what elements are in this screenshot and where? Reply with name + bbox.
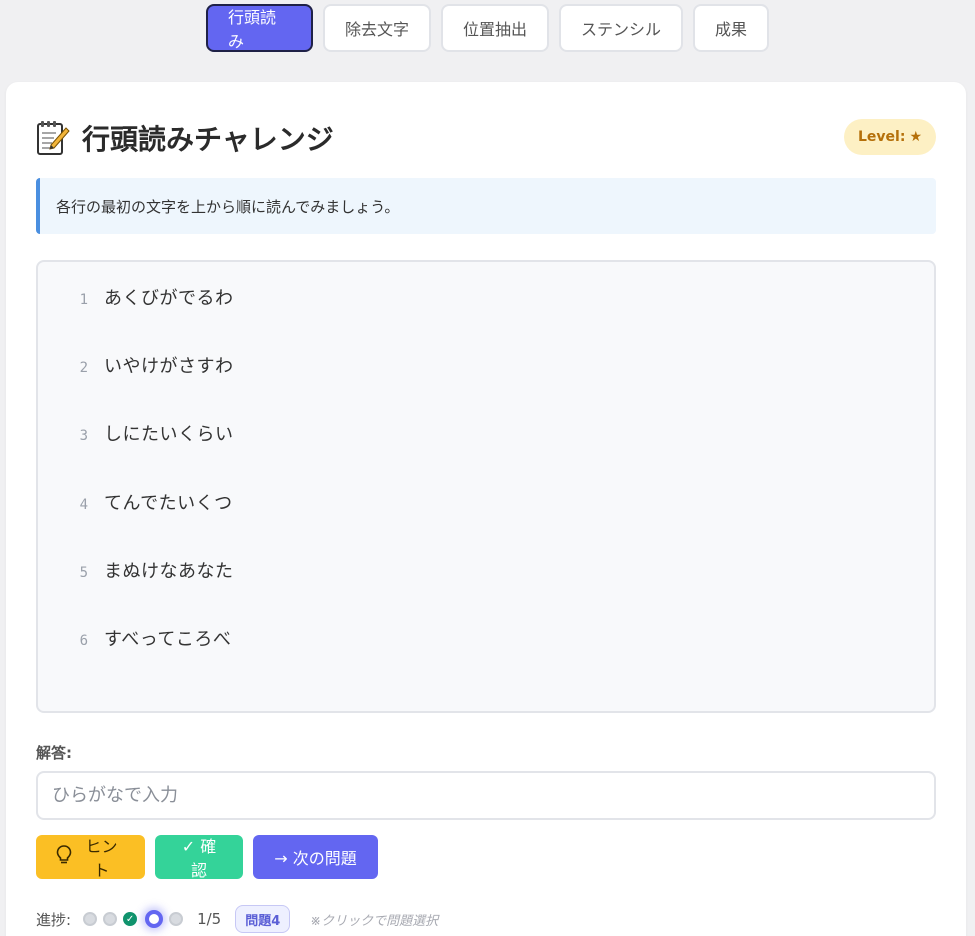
hint-label: ヒント <box>85 837 118 880</box>
action-buttons: ヒント ✓ 確認 → 次の問題 <box>36 835 378 880</box>
line-text: あくびがでるわ <box>104 288 234 309</box>
progress-row: 進捗: ✓ 1/5 問題4 ※クリックで問題選択 <box>36 905 439 933</box>
line-text: すべってころべ <box>104 629 232 650</box>
poem-box: 1 あくびがでるわ 2 いやけがさすわ 3 しにたいくらい 4 てんでたいくつ … <box>36 260 936 713</box>
tab-jokyo-moji[interactable]: 除去文字 <box>323 4 431 52</box>
line-text: しにたいくらい <box>104 424 234 445</box>
next-question-button[interactable]: → 次の問題 <box>253 835 378 879</box>
tab-stencil[interactable]: ステンシル <box>559 4 683 52</box>
poem-line: 6 すべってころべ <box>68 625 231 651</box>
progress-count: 1/5 <box>197 910 222 928</box>
lightbulb-icon <box>56 845 72 869</box>
title-row: 行頭読みチャレンジ Level: ★ <box>36 118 936 158</box>
progress-dot-3[interactable]: ✓ <box>123 912 138 926</box>
progress-label: 進捗: <box>36 910 72 929</box>
level-label: Level: <box>858 129 906 145</box>
line-number: 2 <box>79 360 88 376</box>
line-number: 6 <box>79 633 88 649</box>
level-badge: Level: ★ <box>844 119 936 155</box>
tab-seika[interactable]: 成果 <box>693 4 769 52</box>
check-button[interactable]: ✓ 確認 <box>155 835 243 880</box>
challenge-card: 行頭読みチャレンジ Level: ★ 各行の最初の文字を上から順に読んでみましょ… <box>6 82 966 936</box>
line-number: 4 <box>79 497 88 513</box>
page-title: 行頭読みチャレンジ <box>82 123 334 156</box>
tab-bar: 行頭読み 除去文字 位置抽出 ステンシル 成果 <box>0 4 975 52</box>
memo-icon <box>36 120 70 156</box>
line-text: まぬけなあなた <box>104 561 234 582</box>
question-badge: 問題4 <box>235 905 291 933</box>
line-number: 5 <box>79 565 88 581</box>
poem-line: 2 いやけがさすわ <box>68 352 234 378</box>
progress-note: ※クリックで問題選択 <box>310 913 439 929</box>
check-label: ✓ 確認 <box>181 837 217 880</box>
answer-label: 解答: <box>36 744 72 762</box>
tab-ichi-chushutsu[interactable]: 位置抽出 <box>441 4 549 52</box>
poem-line: 5 まぬけなあなた <box>68 557 234 583</box>
check-icon: ✓ <box>125 913 135 925</box>
instruction-box: 各行の最初の文字を上から順に読んでみましょう。 <box>36 178 936 234</box>
instruction-text: 各行の最初の文字を上から順に読んでみましょう。 <box>56 197 400 216</box>
poem-line: 4 てんでたいくつ <box>68 489 233 515</box>
hint-button[interactable]: ヒント <box>36 835 145 880</box>
tab-gyoto-yomi[interactable]: 行頭読み <box>206 4 313 52</box>
poem-line: 1 あくびがでるわ <box>68 284 234 310</box>
star-icon: ★ <box>909 129 922 145</box>
progress-dot-2[interactable] <box>103 912 118 926</box>
line-text: てんでたいくつ <box>104 493 233 514</box>
progress-dot-1[interactable] <box>83 912 98 926</box>
next-label: → 次の問題 <box>274 849 357 868</box>
line-text: いやけがさすわ <box>104 356 234 377</box>
answer-input[interactable] <box>36 771 936 820</box>
line-number: 1 <box>79 292 88 308</box>
poem-line: 3 しにたいくらい <box>68 420 234 446</box>
progress-dot-5[interactable] <box>169 912 184 926</box>
progress-dot-4[interactable] <box>145 910 164 928</box>
line-number: 3 <box>79 428 88 444</box>
